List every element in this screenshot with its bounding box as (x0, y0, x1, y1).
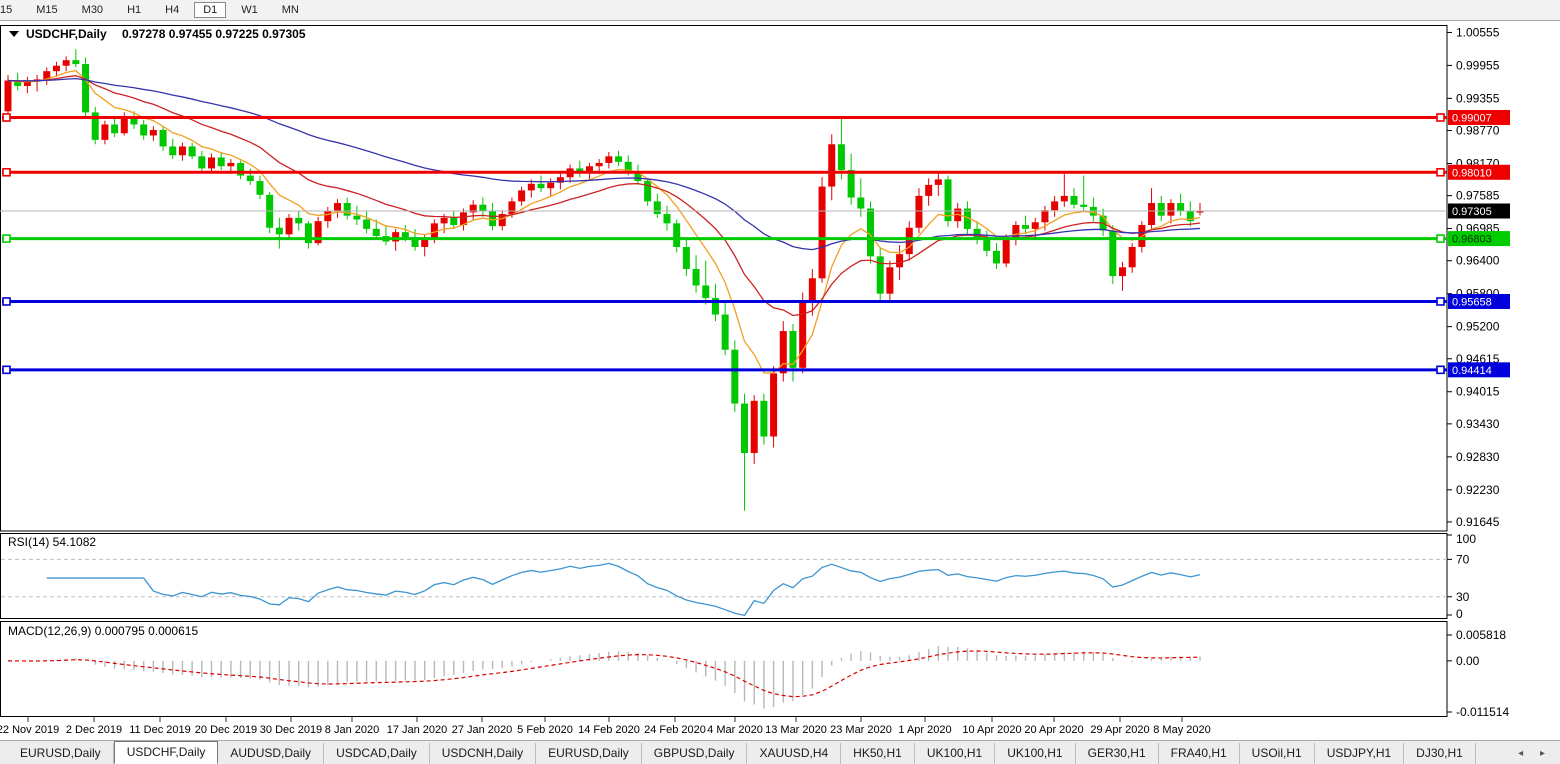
tab-uk100-h1[interactable]: UK100,H1 (995, 743, 1076, 764)
time-axis[interactable]: 22 Nov 2019 2 Dec 2019 11 Dec 2019 20 Dec 2… (0, 717, 1211, 736)
macd-panel[interactable] (0, 621, 1448, 717)
tab-usdjpy-h1[interactable]: USDJPY,H1 (1315, 743, 1405, 764)
price-tick-label: 1.00555 (1456, 25, 1500, 39)
date-axis-label: 27 Jan 2020 (452, 724, 513, 736)
date-axis-label: 14 Feb 2020 (578, 724, 640, 736)
chart-window[interactable]: 1.00555 0.99955 0.99355 0.98770 0.98170 0.975… (0, 21, 1560, 740)
tab-uk100-h1[interactable]: UK100,H1 (915, 743, 996, 764)
price-tick-label: 0.99955 (1456, 58, 1500, 72)
tab-usdchf-daily[interactable]: USDCHF,Daily (113, 741, 219, 764)
macd-scale-label: 0.00 (1456, 654, 1480, 668)
period-button-mn[interactable]: MN (273, 2, 308, 18)
tab-usoil-h1[interactable]: USOil,H1 (1240, 743, 1315, 764)
date-axis-label: 24 Feb 2020 (644, 724, 706, 736)
tab-ger30-h1[interactable]: GER30,H1 (1076, 743, 1159, 764)
price-tick-label: 0.98770 (1456, 124, 1500, 138)
svg-text:0.99007: 0.99007 (1452, 113, 1492, 125)
price-tick-label: 0.95200 (1456, 320, 1500, 334)
rsi-scale-label: 30 (1456, 590, 1470, 604)
date-axis-label: 10 Apr 2020 (962, 724, 1021, 736)
rsi-scale-label: 0 (1456, 607, 1463, 621)
svg-text:0.96803: 0.96803 (1452, 234, 1492, 246)
svg-text:0.95658: 0.95658 (1452, 296, 1492, 308)
date-axis-label: 8 Jan 2020 (325, 724, 379, 736)
chart-symbol-title: USDCHF,Daily (26, 27, 107, 41)
tab-eurusd-daily[interactable]: EURUSD,Daily (536, 743, 642, 764)
tab-gbpusd-daily[interactable]: GBPUSD,Daily (642, 743, 748, 764)
price-tick-label: 0.92830 (1456, 450, 1500, 464)
macd-scale-label: -0.011514 (1456, 705, 1509, 719)
period-button-d1[interactable]: D1 (194, 2, 227, 18)
tab-dj30-h1[interactable]: DJ30,H1 (1404, 743, 1476, 764)
chart-quote-ohlc: 0.97278 0.97455 0.97225 0.97305 (122, 27, 306, 41)
tab-audusd-daily[interactable]: AUDUSD,Daily (218, 743, 325, 764)
price-tick-label: 0.92230 (1456, 483, 1500, 497)
date-axis-label: 17 Jan 2020 (387, 724, 448, 736)
tab-eurusd-daily[interactable]: EURUSD,Daily (8, 743, 114, 764)
date-axis-label: 1 Apr 2020 (898, 724, 951, 736)
period-button-h4[interactable]: H4 (156, 2, 188, 18)
tab-usdcad-daily[interactable]: USDCAD,Daily (324, 743, 430, 764)
chart-canvas[interactable]: 1.005550.999550.993550.987700.981700.975… (0, 21, 1560, 740)
date-axis-label: 20 Apr 2020 (1024, 724, 1083, 736)
rsi-indicator-label: RSI(14) 54.1082 (8, 535, 96, 549)
price-tick-label: 0.96400 (1456, 254, 1500, 268)
svg-text:0.94414: 0.94414 (1452, 365, 1492, 377)
rsi-scale-label: 100 (1456, 532, 1476, 546)
rsi-scale-label: 70 (1456, 552, 1470, 566)
svg-text:0.98010: 0.98010 (1452, 167, 1492, 179)
date-axis-label: 5 Feb 2020 (517, 724, 573, 736)
price-tick-label: 0.93430 (1456, 417, 1500, 431)
tab-xauusd-h4[interactable]: XAUUSD,H4 (747, 743, 842, 764)
rsi-panel[interactable] (0, 533, 1448, 619)
date-axis-label: 2 Dec 2019 (66, 724, 122, 736)
date-axis-label: 29 Apr 2020 (1090, 724, 1149, 736)
price-tick-label: 0.91645 (1456, 515, 1500, 529)
date-axis-label: 8 May 2020 (1153, 724, 1210, 736)
period-button-15[interactable]: 15 (0, 2, 21, 18)
date-axis-label: 11 Dec 2019 (129, 724, 191, 736)
svg-text:0.97305: 0.97305 (1452, 206, 1492, 218)
chart-tabs-bar: EURUSD,Daily USDCHF,Daily AUDUSD,Daily USDC… (0, 740, 1560, 764)
price-scale[interactable]: 1.005550.999550.993550.987700.981700.975… (1447, 25, 1510, 529)
tab-hk50-h1[interactable]: HK50,H1 (841, 743, 915, 764)
date-axis-label: 23 Mar 2020 (830, 724, 892, 736)
period-button-w1[interactable]: W1 (232, 2, 267, 18)
date-axis-label: 13 Mar 2020 (765, 724, 827, 736)
macd-indicator-label: MACD(12,26,9) 0.000795 0.000615 (8, 624, 198, 638)
tab-fra40-h1[interactable]: FRA40,H1 (1159, 743, 1240, 764)
price-tick-label: 0.97585 (1456, 189, 1500, 203)
price-tick-label: 0.99355 (1456, 91, 1500, 105)
period-button-m30[interactable]: M30 (73, 2, 112, 18)
timeframe-toolbar: 15 M15 M30 H1 H4 D1 W1 MN (0, 0, 1560, 21)
date-axis-label: 4 Mar 2020 (707, 724, 763, 736)
date-axis-label: 22 Nov 2019 (0, 724, 59, 736)
period-button-m15[interactable]: M15 (27, 2, 66, 18)
period-button-h1[interactable]: H1 (118, 2, 150, 18)
main-chart-panel[interactable] (0, 25, 1448, 532)
tab-scroll-arrows-icon[interactable]: ◂ ▸ (1518, 748, 1552, 759)
macd-scale-label: 0.005818 (1456, 628, 1506, 642)
date-axis-label: 30 Dec 2019 (260, 724, 322, 736)
price-tick-label: 0.94015 (1456, 385, 1500, 399)
tab-usdcnh-daily[interactable]: USDCNH,Daily (430, 743, 537, 764)
date-axis-label: 20 Dec 2019 (195, 724, 257, 736)
